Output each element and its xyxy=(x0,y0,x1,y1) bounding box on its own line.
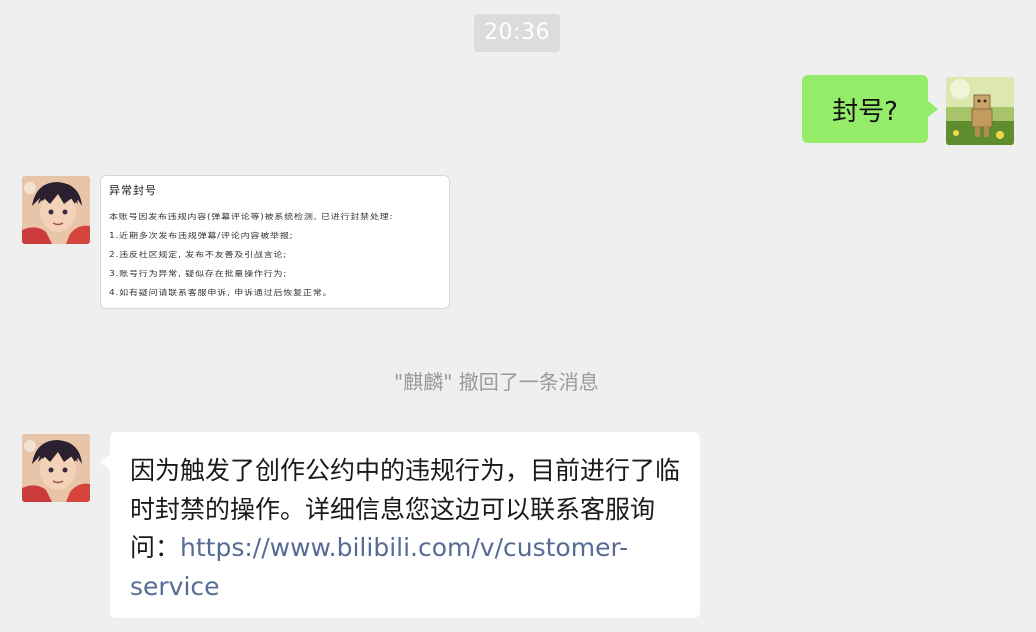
image-card-line: 2.违反社区规定, 发布不友善及引战言论; xyxy=(109,250,288,260)
image-card-line: 1.近期多次发布违规弹幕/评论内容被举报; xyxy=(109,231,294,241)
other-avatar[interactable] xyxy=(22,176,90,244)
sent-message-text: 封号? xyxy=(832,96,898,127)
cardboard-robot-avatar-image xyxy=(946,77,1014,145)
anime-character-avatar-image xyxy=(22,176,90,244)
received-image-message[interactable]: 异常封号 本账号因发布违规内容(弹幕评论等)被系统检测, 已进行封禁处理: 1.… xyxy=(100,175,450,309)
image-card-line: 3.账号行为异常, 疑似存在批量操作行为; xyxy=(109,269,288,279)
sent-message-bubble[interactable]: 封号? xyxy=(802,75,938,143)
timestamp-badge: 20:36 xyxy=(474,14,560,52)
other-avatar[interactable] xyxy=(22,434,90,502)
self-avatar[interactable] xyxy=(946,77,1014,145)
image-card-line: 本账号因发布违规内容(弹幕评论等)被系统检测, 已进行封禁处理: xyxy=(109,212,394,222)
received-text-message-bubble[interactable]: 因为触发了创作公约中的违规行为，目前进行了临时封禁的操作。详细信息您这边可以联系… xyxy=(100,432,700,618)
anime-character-avatar-image xyxy=(22,434,90,502)
customer-service-link[interactable]: https://www.bilibili.com/v/customer-serv… xyxy=(130,533,628,601)
message-recall-notice: "麒麟" 撤回了一条消息 xyxy=(394,370,599,394)
image-card-line: 4.如有疑问请联系客服申诉, 申诉通过后恢复正常。 xyxy=(109,288,333,298)
image-card-title: 异常封号 xyxy=(109,184,157,197)
